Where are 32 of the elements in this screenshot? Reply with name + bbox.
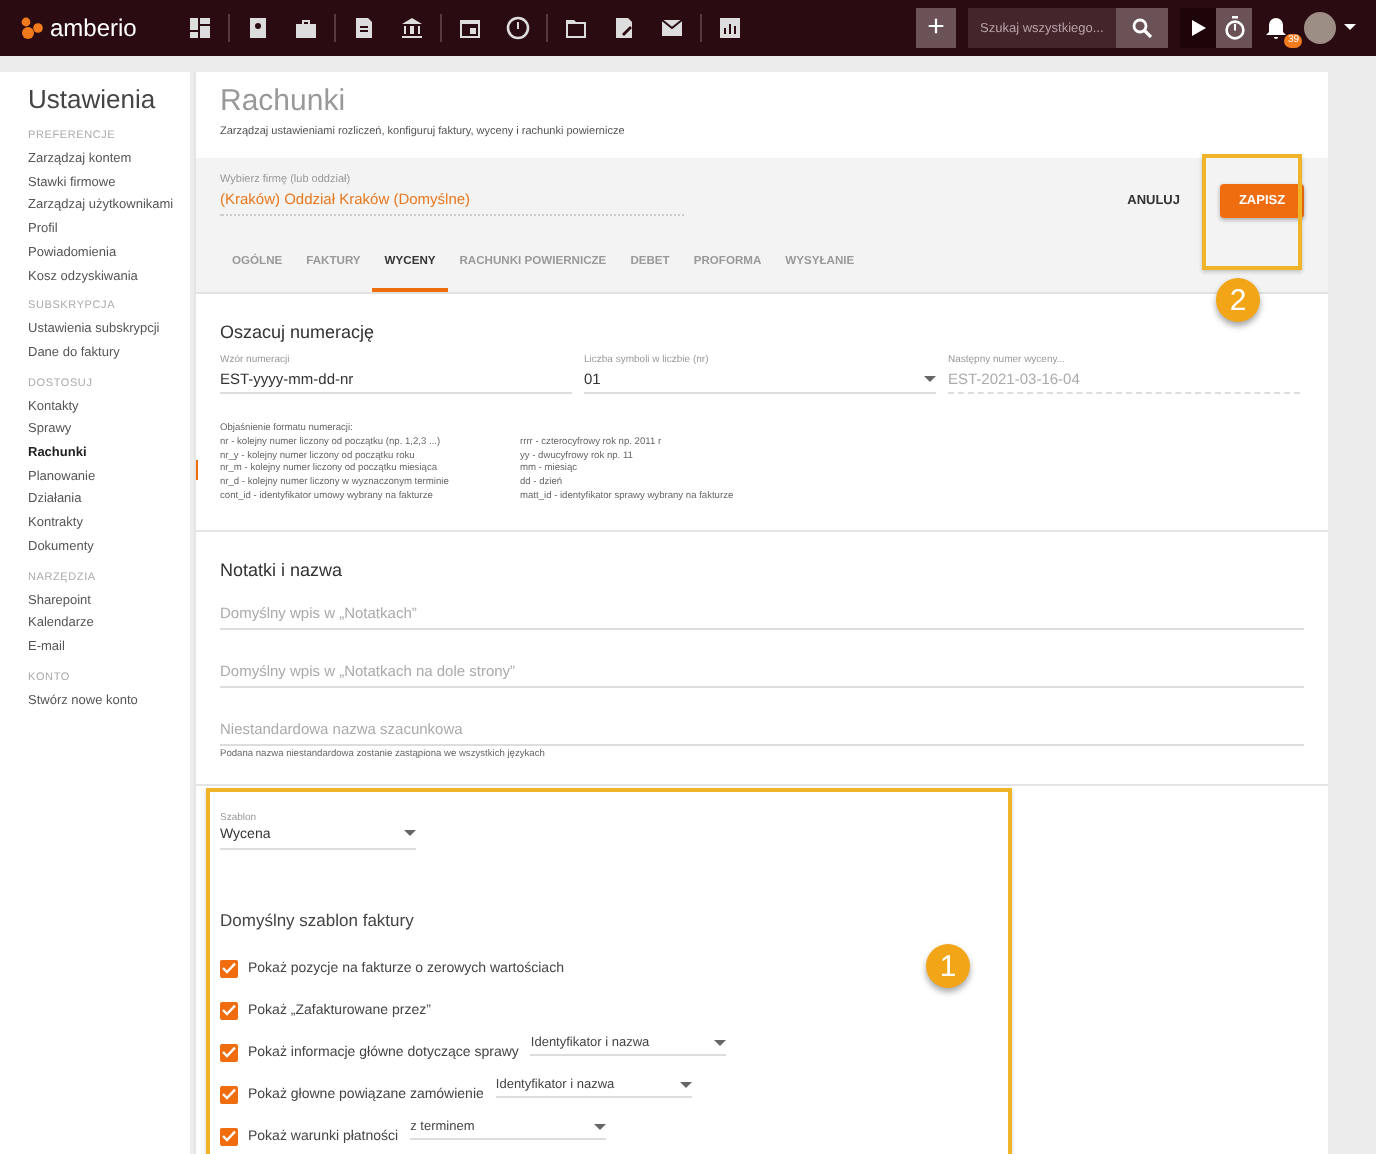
bell-icon[interactable] <box>1264 16 1288 40</box>
highlight-frame <box>1202 154 1302 270</box>
checkbox[interactable] <box>220 1001 238 1020</box>
avatar[interactable] <box>1304 12 1336 44</box>
check-icon <box>222 1130 236 1143</box>
check-icon <box>222 962 236 975</box>
add-button[interactable]: + <box>916 8 956 48</box>
search-icon[interactable] <box>1132 18 1152 38</box>
check-icon <box>222 1088 236 1101</box>
caret-icon <box>714 1039 727 1048</box>
sidebar-title: Ustawienia <box>28 84 158 114</box>
section-title: Oszacuj numerację <box>220 322 377 342</box>
play-button[interactable] <box>1180 8 1216 48</box>
caret-icon <box>404 830 416 839</box>
play-icon <box>1191 20 1205 36</box>
timer-button[interactable] <box>1216 8 1252 48</box>
check-icon <box>222 1004 236 1017</box>
caret-icon[interactable] <box>1344 24 1356 32</box>
page-title: Rachunki <box>220 84 348 118</box>
section-title: Domyślny szablon faktury <box>220 909 416 930</box>
caret-icon <box>594 1123 607 1132</box>
checkbox[interactable] <box>220 1127 238 1146</box>
caret-icon <box>679 1081 692 1090</box>
checkbox[interactable] <box>220 959 238 978</box>
check-icon <box>222 1046 236 1059</box>
checkbox[interactable] <box>220 1043 238 1062</box>
section-title: Notatki i nazwa <box>220 559 345 580</box>
logo-text: amberio <box>50 14 137 42</box>
logo-icon <box>20 16 44 40</box>
checkbox[interactable] <box>220 1085 238 1104</box>
caret-icon <box>924 375 936 383</box>
stopwatch-icon <box>1223 16 1245 40</box>
